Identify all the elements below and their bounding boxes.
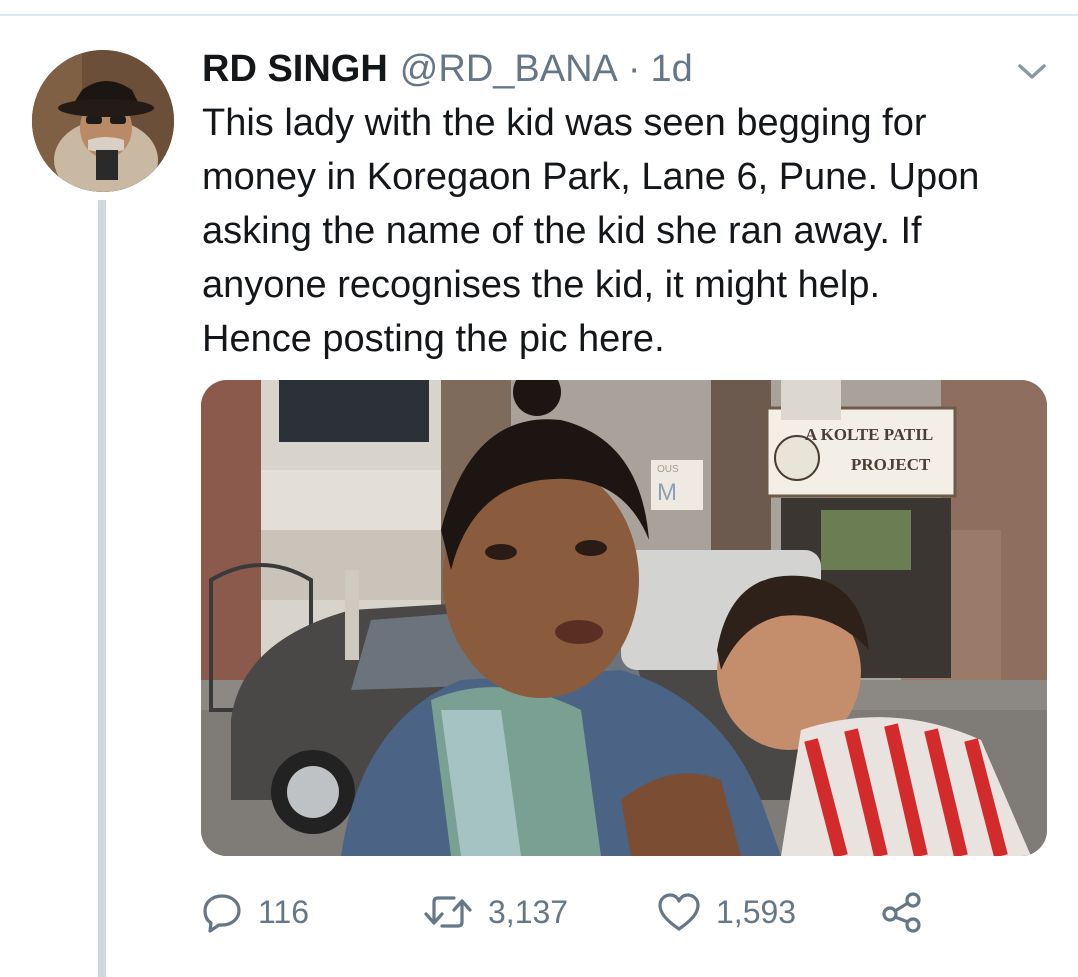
tweet-text: This lady with the kid was seen begging …	[202, 102, 980, 360]
retweet-icon	[422, 890, 474, 934]
top-divider	[0, 14, 1078, 16]
sign-letter: M	[657, 479, 677, 506]
heart-icon	[656, 890, 702, 934]
author-name[interactable]: RD SINGH	[202, 44, 388, 94]
author-handle[interactable]: @RD_BANA	[400, 44, 618, 94]
like-count: 1,593	[716, 893, 797, 930]
tweet-actions: 116 3,137 1,593	[200, 884, 960, 940]
avatar-image	[32, 50, 174, 192]
retweet-count: 3,137	[488, 893, 569, 930]
retweet-button[interactable]: 3,137	[422, 884, 568, 940]
timestamp[interactable]: 1d	[651, 44, 693, 94]
photo-image: A KOLTE PATIL PROJECT OUS M	[201, 380, 1047, 856]
sign-fragment: OUS	[657, 464, 679, 475]
like-button[interactable]: 1,593	[656, 884, 796, 940]
chevron-down-icon	[1018, 64, 1046, 79]
thread-line	[98, 200, 106, 977]
reply-button[interactable]: 116	[200, 884, 309, 940]
tweet-header: RD SINGH @RD_BANA · 1d	[202, 44, 693, 94]
avatar[interactable]	[32, 50, 174, 192]
reply-icon	[200, 890, 244, 934]
tweet-menu-button[interactable]	[1015, 58, 1049, 84]
separator-dot: ·	[627, 48, 641, 90]
share-button[interactable]	[880, 884, 924, 940]
signboard-line1: A KOLTE PATIL	[805, 425, 933, 444]
signboard-line2: PROJECT	[851, 455, 931, 474]
tweet-photo[interactable]: A KOLTE PATIL PROJECT OUS M	[201, 380, 1047, 856]
share-icon	[880, 890, 924, 934]
reply-count: 116	[258, 893, 310, 930]
